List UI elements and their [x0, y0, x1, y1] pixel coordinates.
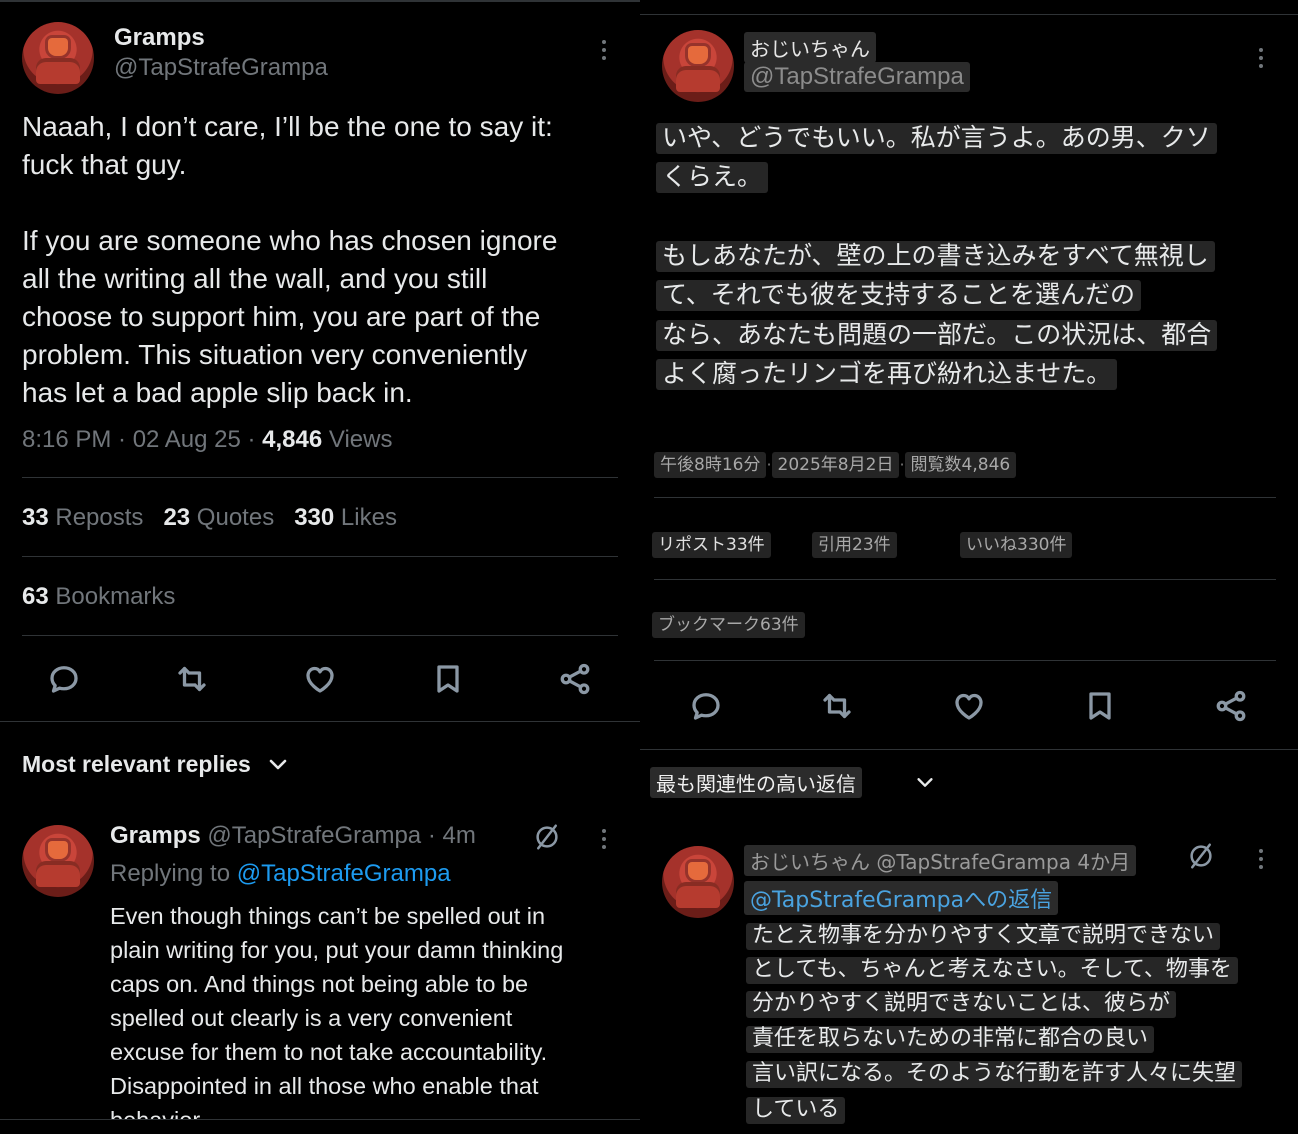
post-line: もしあなたが、壁の上の書き込みをすべて無視し [656, 240, 1215, 272]
likes-stat[interactable]: 330 Likes [294, 504, 397, 531]
more-options-icon[interactable] [602, 40, 606, 64]
chevron-down-icon[interactable] [914, 771, 936, 793]
reply-line: たとえ物事を分かりやすく文章で説明できない [746, 922, 1221, 950]
post-date[interactable]: 2025年8月2日 [771, 452, 900, 478]
reply-line: 言い訳になる。そのような行動を許す人々に失望 [746, 1060, 1243, 1088]
divider [654, 579, 1276, 580]
replies-sort-header[interactable]: 最も関連性の高い返信 [650, 767, 862, 798]
share-icon[interactable] [557, 661, 593, 697]
reply-more-options-icon[interactable] [1259, 849, 1263, 873]
post-line: いや、どうでもいい。私が言うよ。あの男、クソ [656, 122, 1217, 154]
grok-icon[interactable] [532, 822, 562, 852]
divider [640, 749, 1298, 750]
post-line: よく腐ったリンゴを再び紛れ込ませた。 [656, 358, 1118, 390]
views-count: 4,846 [262, 426, 323, 453]
repost-icon[interactable] [819, 688, 855, 724]
like-icon[interactable] [951, 688, 987, 724]
reply-text: Even though things can’t be spelled out … [110, 903, 564, 1133]
divider [654, 660, 1276, 661]
author-avatar[interactable] [22, 22, 94, 94]
share-icon[interactable] [1213, 688, 1249, 724]
bookmark-icon[interactable] [1082, 688, 1118, 724]
like-icon[interactable] [302, 661, 338, 697]
likes-stat[interactable]: いいね330件 [960, 530, 1073, 558]
replying-to: Replying to @TapStrafeGrampa [110, 860, 451, 887]
post-meta-translated: 午後8時16分 · 2025年8月2日 · 閲覧数4,846 [654, 450, 1017, 478]
reply-handle-time[interactable]: @TapStrafeGrampa · 4m [201, 822, 475, 849]
repost-icon[interactable] [174, 661, 210, 697]
reply-author-avatar[interactable] [662, 846, 734, 918]
author-name[interactable]: おじいちゃん [744, 32, 876, 63]
reply-line: 分かりやすく説明できないことは、彼らが [746, 990, 1177, 1018]
author-handle[interactable]: @TapStrafeGrampa [744, 62, 970, 92]
divider [640, 14, 1298, 15]
more-options-icon[interactable] [1259, 48, 1263, 72]
divider [22, 477, 618, 478]
post-line: て、それでも彼を支持することを選んだの [656, 279, 1142, 311]
views-label: Views [322, 426, 393, 453]
quotes-stat[interactable]: 23 Quotes [163, 504, 274, 531]
bookmark-icon[interactable] [430, 661, 466, 697]
author-name[interactable]: Gramps [114, 24, 205, 52]
replies-sort-header[interactable]: Most relevant replies [22, 751, 251, 778]
grok-icon[interactable] [1186, 841, 1216, 871]
reply-icon[interactable] [688, 688, 724, 724]
chevron-down-icon[interactable] [266, 752, 290, 776]
divider [22, 635, 618, 636]
reposts-stat[interactable]: リポスト33件 [652, 530, 771, 558]
english-post-panel: Gramps @TapStrafeGrampa Naaah, I don’t c… [0, 0, 640, 1134]
reply-author-avatar[interactable] [22, 825, 94, 897]
reply-more-options-icon[interactable] [602, 829, 606, 853]
reply-line: 責任を取らないための非常に都合の良い [746, 1025, 1155, 1053]
replying-to-link[interactable]: @TapStrafeGrampaへの返信 [744, 881, 1059, 915]
post-time[interactable]: 午後8時16分 [654, 452, 767, 478]
replying-to-handle-link[interactable]: @TapStrafeGrampa [237, 860, 451, 887]
reply-header: Gramps @TapStrafeGrampa · 4m [110, 822, 476, 850]
divider [22, 556, 618, 557]
post-line: なら、あなたも問題の一部だ。この状況は、都合 [656, 319, 1218, 351]
views-stat: 閲覧数4,846 [904, 452, 1017, 478]
divider [654, 497, 1276, 498]
author-handle[interactable]: @TapStrafeGrampa [114, 54, 328, 82]
quotes-stat[interactable]: 引用23件 [812, 530, 897, 558]
post-timestamp[interactable]: 8:16 PM · 02 Aug 25 · [22, 426, 262, 453]
author-avatar[interactable] [662, 30, 734, 102]
engagement-stats: 33 Reposts 23 Quotes 330 Likes [22, 504, 397, 532]
bookmarks-stat[interactable]: ブックマーク63件 [652, 610, 805, 638]
post-line: くらえ。 [656, 161, 769, 193]
reposts-stat[interactable]: 33 Reposts [22, 504, 143, 531]
post-text: Naaah, I don’t care, I’ll be the one to … [22, 111, 558, 408]
divider [0, 721, 640, 722]
bookmarks-stat[interactable]: 63 Bookmarks [22, 583, 175, 611]
reply-line: としても、ちゃんと考えなさい。そして、物事を [746, 956, 1238, 984]
post-meta: 8:16 PM · 02 Aug 25 · 4,846 Views [22, 426, 392, 454]
reply-header[interactable]: おじいちゃん @TapStrafeGrampa 4か月 [744, 845, 1137, 876]
reply-icon[interactable] [46, 661, 82, 697]
reply-author-name[interactable]: Gramps [110, 822, 201, 849]
reply-line: している [746, 1096, 846, 1124]
